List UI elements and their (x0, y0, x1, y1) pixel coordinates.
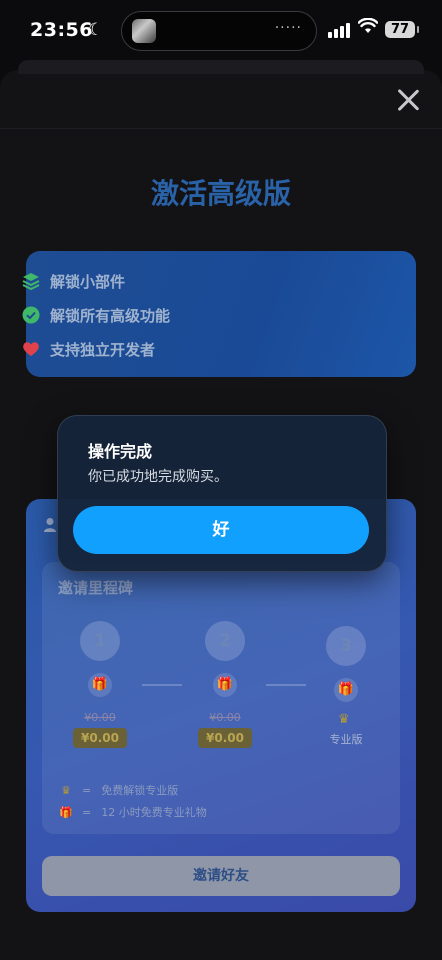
status-bar: 23:56 ☾ ····· 77 (0, 0, 442, 60)
signal-icon (328, 22, 352, 38)
legend-text: 12 小时免费专业礼物 (101, 806, 207, 819)
feature-label: 解锁小部件 (50, 272, 126, 291)
crown-icon: ♛ (338, 712, 350, 727)
header-divider (0, 128, 442, 129)
invite-friends-button[interactable]: 邀请好友 (42, 856, 400, 896)
legend-row-gift: 🎁 = 12 小时免费专业礼物 (58, 804, 207, 820)
price-badge: ¥0.00 (73, 728, 127, 748)
app-thumbnail-icon (132, 19, 156, 43)
legend-text: 免费解锁专业版 (101, 784, 179, 797)
legend-equals: = (82, 805, 92, 819)
battery-indicator: 77 (385, 21, 419, 38)
feature-premium: 解锁所有高级功能 (22, 303, 170, 327)
legend-equals: = (82, 783, 92, 797)
ok-button[interactable]: 好 (73, 506, 369, 554)
moon-icon: ☾ (88, 20, 104, 40)
layers-icon (22, 272, 40, 291)
close-icon[interactable] (396, 88, 420, 112)
check-badge-icon (22, 306, 40, 324)
milestone-step-3: 3 (326, 626, 366, 666)
milestone-title: 邀请里程碑 (58, 579, 134, 597)
gift-icon: 🎁 (59, 805, 73, 819)
legend-row-crown: ♛ = 免费解锁专业版 (58, 782, 178, 798)
step-connector (266, 684, 306, 686)
waveform-icon: ····· (274, 20, 302, 36)
original-price: ¥0.00 (84, 711, 116, 724)
dynamic-island[interactable]: ····· (121, 11, 317, 51)
gift-icon: 🎁 (88, 673, 112, 697)
alert-message: 你已成功地完成购买。 (88, 469, 228, 485)
alert-title: 操作完成 (88, 442, 153, 461)
wifi-icon (357, 17, 379, 39)
price-badge: ¥0.00 (198, 728, 252, 748)
feature-label: 解锁所有高级功能 (50, 306, 171, 325)
status-time: 23:56 (30, 19, 93, 41)
heart-icon (22, 340, 40, 358)
pro-reward-label: 专业版 (329, 733, 363, 746)
crown-icon: ♛ (61, 783, 71, 797)
gift-icon: 🎁 (213, 673, 237, 697)
step-connector (142, 684, 182, 686)
original-price: ¥0.00 (209, 711, 241, 724)
feature-label: 支持独立开发者 (50, 340, 156, 359)
sheet-stack-edge (18, 60, 424, 74)
page-title: 激活高级版 (150, 177, 291, 210)
gift-icon: 🎁 (334, 678, 358, 702)
feature-widgets: 解锁小部件 (22, 269, 125, 293)
milestone-step-2: 2 (205, 621, 245, 661)
milestone-step-1: 1 (80, 621, 120, 661)
feature-support: 支持独立开发者 (22, 337, 155, 361)
